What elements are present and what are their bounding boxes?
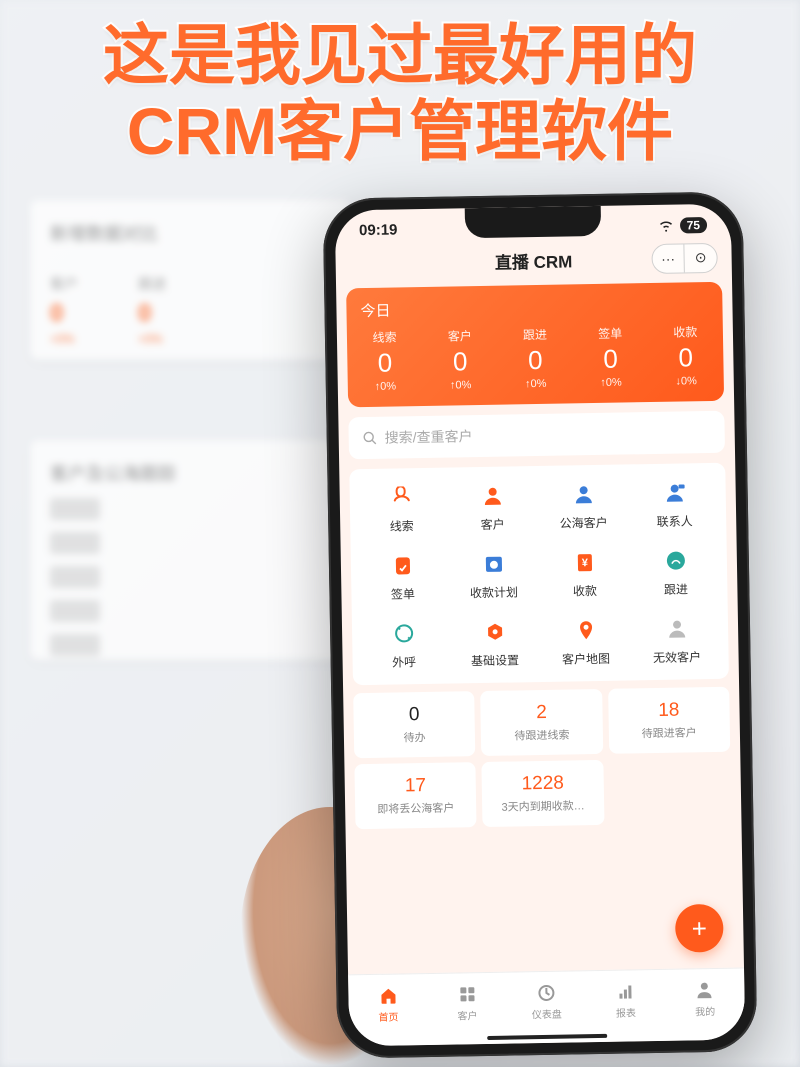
stat-cell-2[interactable]: 跟进0↑0% — [497, 325, 573, 390]
menu-icon — [387, 550, 418, 581]
bg-section-title: 新增数据对比 — [50, 220, 330, 246]
stat-cell-3[interactable]: 签单0↑0% — [572, 324, 648, 389]
menu-icon — [388, 618, 419, 649]
bg-section-title-2: 客户及公海跟踪 — [50, 460, 330, 486]
menu-icon — [660, 545, 691, 576]
count-card-4[interactable]: 12283天内到期收款… — [482, 760, 604, 827]
menu-item-公海客户[interactable]: 公海客户 — [537, 478, 629, 532]
menu-icon — [568, 479, 599, 510]
menu-item-跟进[interactable]: 跟进 — [630, 545, 722, 599]
phone-notch — [465, 206, 602, 238]
menu-icon — [479, 617, 510, 648]
phone-screen: 09:19 75 直播 CRM ··· ⊙ 今日 线索0↑0%客户0↑0%跟进0… — [335, 204, 746, 1047]
menu-icon — [659, 477, 690, 508]
menu-icon — [570, 615, 601, 646]
menu-item-线索[interactable]: 线索 — [355, 482, 447, 536]
battery-level: 75 — [680, 217, 708, 233]
count-grid-row-2: 17即将丢公海客户12283天内到期收款… — [354, 758, 731, 830]
status-time: 09:19 — [359, 221, 398, 239]
add-fab-button[interactable]: + — [675, 904, 724, 953]
menu-item-签单[interactable]: 签单 — [357, 550, 449, 604]
count-card-2[interactable]: 18待跟进客户 — [608, 687, 730, 754]
more-menu-button[interactable]: ··· — [652, 244, 684, 273]
wifi-icon — [658, 219, 674, 231]
count-card-1[interactable]: 2待跟进线索 — [480, 689, 602, 756]
tab-客户[interactable]: 客户 — [427, 973, 507, 1033]
menu-item-联系人[interactable]: 联系人 — [628, 477, 720, 531]
menu-item-客户[interactable]: 客户 — [446, 480, 538, 534]
tab-icon — [377, 985, 399, 1007]
home-indicator — [487, 1034, 607, 1040]
phone-frame: 09:19 75 直播 CRM ··· ⊙ 今日 线索0↑0%客户0↑0%跟进0… — [323, 191, 758, 1058]
tab-仪表盘[interactable]: 仪表盘 — [506, 971, 586, 1031]
menu-icon — [386, 482, 417, 513]
app-title: 直播 CRM — [495, 247, 573, 273]
search-placeholder: 搜索/查重客户 — [385, 426, 473, 448]
menu-icon — [661, 613, 692, 644]
search-icon — [363, 431, 377, 445]
menu-item-客户地图[interactable]: 客户地图 — [540, 614, 632, 668]
search-input[interactable]: 搜索/查重客户 — [348, 411, 725, 460]
menu-item-收款计划[interactable]: 收款计划 — [448, 548, 540, 602]
tab-icon — [535, 982, 557, 1004]
target-button[interactable]: ⊙ — [684, 243, 716, 272]
stat-cell-1[interactable]: 客户0↑0% — [422, 327, 498, 392]
tab-icon — [456, 983, 478, 1005]
menu-item-无效客户[interactable]: 无效客户 — [631, 613, 723, 667]
menu-item-外呼[interactable]: 外呼 — [358, 618, 450, 672]
menu-grid: 线索客户公海客户联系人签单收款计划¥收款跟进外呼基础设置客户地图无效客户 — [349, 463, 729, 686]
tab-icon — [614, 980, 636, 1002]
count-grid-row-1: 0待办2待跟进线索18待跟进客户 — [353, 687, 730, 759]
today-stats-card: 今日 线索0↑0%客户0↑0%跟进0↑0%签单0↑0%收款0↓0% — [346, 282, 724, 408]
stat-cell-0[interactable]: 线索0↑0% — [347, 328, 423, 393]
tab-我的[interactable]: 我的 — [665, 968, 745, 1028]
plus-icon: + — [691, 913, 707, 944]
menu-item-基础设置[interactable]: 基础设置 — [449, 616, 541, 670]
tab-首页[interactable]: 首页 — [348, 974, 428, 1034]
menu-icon — [478, 549, 509, 580]
menu-icon — [477, 481, 508, 512]
menu-icon: ¥ — [569, 547, 600, 578]
app-header: 直播 CRM ··· ⊙ — [335, 237, 732, 289]
svg-text:¥: ¥ — [581, 557, 588, 569]
promo-title: 这是我见过最好用的 CRM客户管理软件 — [0, 18, 800, 170]
menu-item-收款[interactable]: ¥收款 — [539, 546, 631, 600]
stat-cell-4[interactable]: 收款0↓0% — [648, 323, 724, 388]
tab-报表[interactable]: 报表 — [586, 970, 666, 1030]
tab-bar: 首页客户仪表盘报表我的 — [348, 967, 745, 1046]
tab-icon — [694, 979, 716, 1001]
count-card-0[interactable]: 0待办 — [353, 691, 475, 758]
count-card-3[interactable]: 17即将丢公海客户 — [354, 762, 476, 829]
